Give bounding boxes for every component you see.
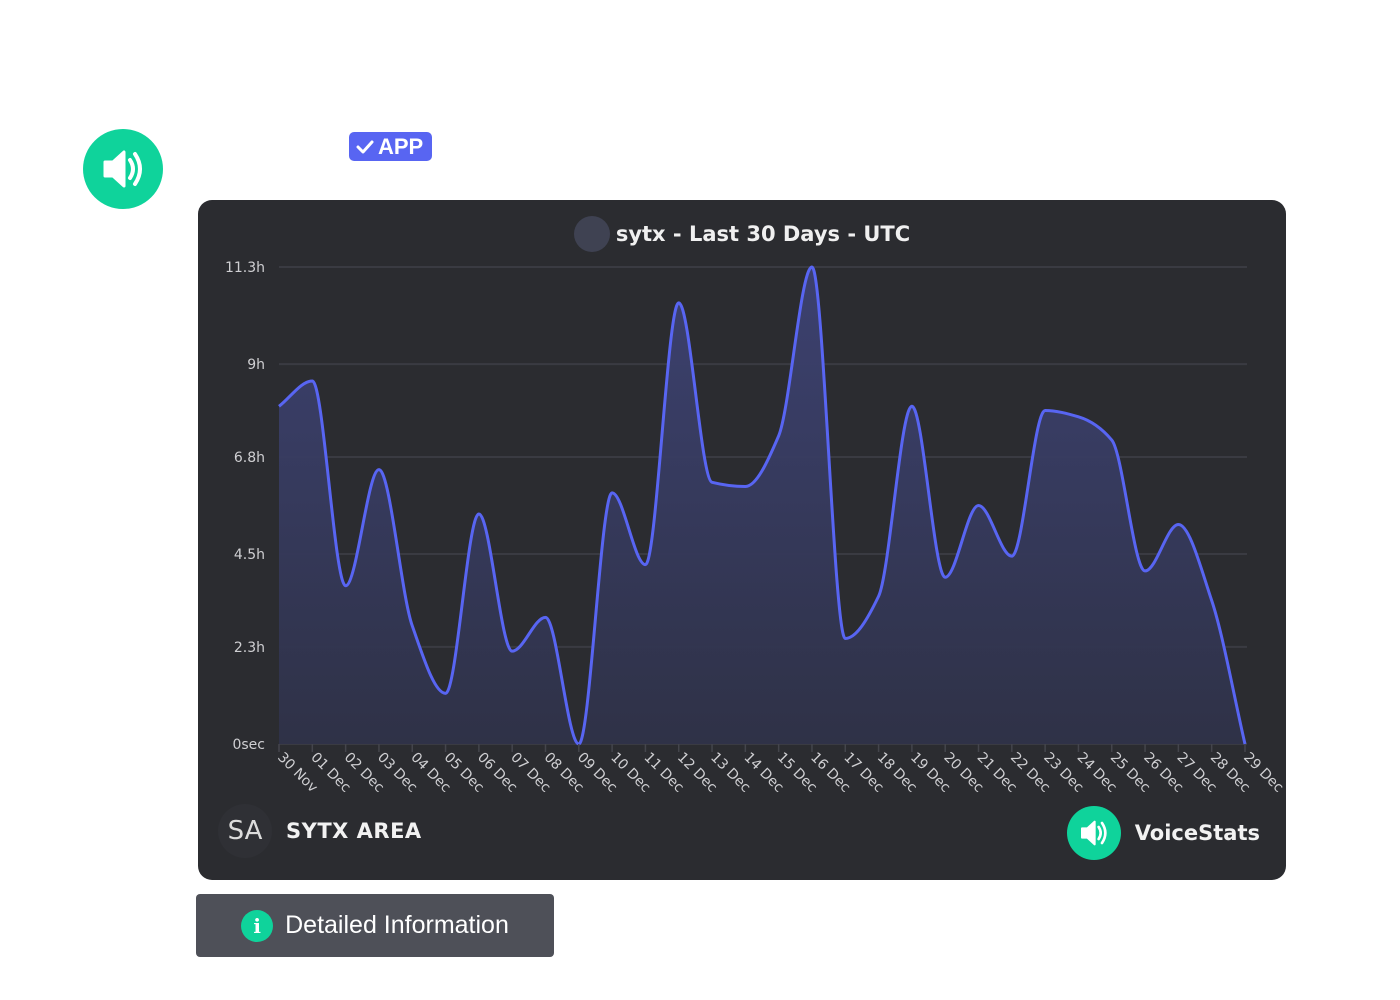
info-icon: i	[241, 909, 274, 942]
checkmark-icon	[356, 140, 374, 153]
y-tick-label: 9h	[247, 357, 265, 373]
y-tick-label: 0sec	[232, 737, 265, 753]
detailed-information-label: Detailed Information	[285, 911, 509, 939]
y-tick-label: 4.5h	[234, 547, 265, 563]
brand-logo	[1066, 806, 1121, 860]
brand-name: VoiceStats	[1134, 821, 1260, 845]
bot-name[interactable]: VoiceStats	[180, 134, 281, 157]
area-fill	[279, 267, 1245, 744]
speaker-icon	[1080, 820, 1107, 846]
y-tick-label: 11.3h	[225, 260, 265, 276]
y-tick-label: 6.8h	[234, 450, 265, 466]
server-info: SA SYTX AREA	[218, 804, 422, 858]
server-avatar: SA	[218, 804, 272, 858]
speaker-icon	[103, 150, 142, 188]
app-badge: APP	[349, 132, 433, 161]
app-badge-label: APP	[378, 133, 424, 159]
area-chart: 0sec2.3h4.5h6.8h9h11.3h 30 Nov01 Dec02 D…	[225, 260, 1286, 796]
y-tick-label: 2.3h	[234, 640, 265, 656]
bot-avatar[interactable]	[83, 129, 163, 209]
server-name: SYTX AREA	[286, 819, 422, 843]
stats-card: sytx - Last 30 Days - UTC 0sec 2.3h 4.5h 6.…	[198, 200, 1286, 880]
brand-info: VoiceStats	[1066, 806, 1260, 860]
detailed-information-button[interactable]: i Detailed Information	[196, 894, 554, 957]
